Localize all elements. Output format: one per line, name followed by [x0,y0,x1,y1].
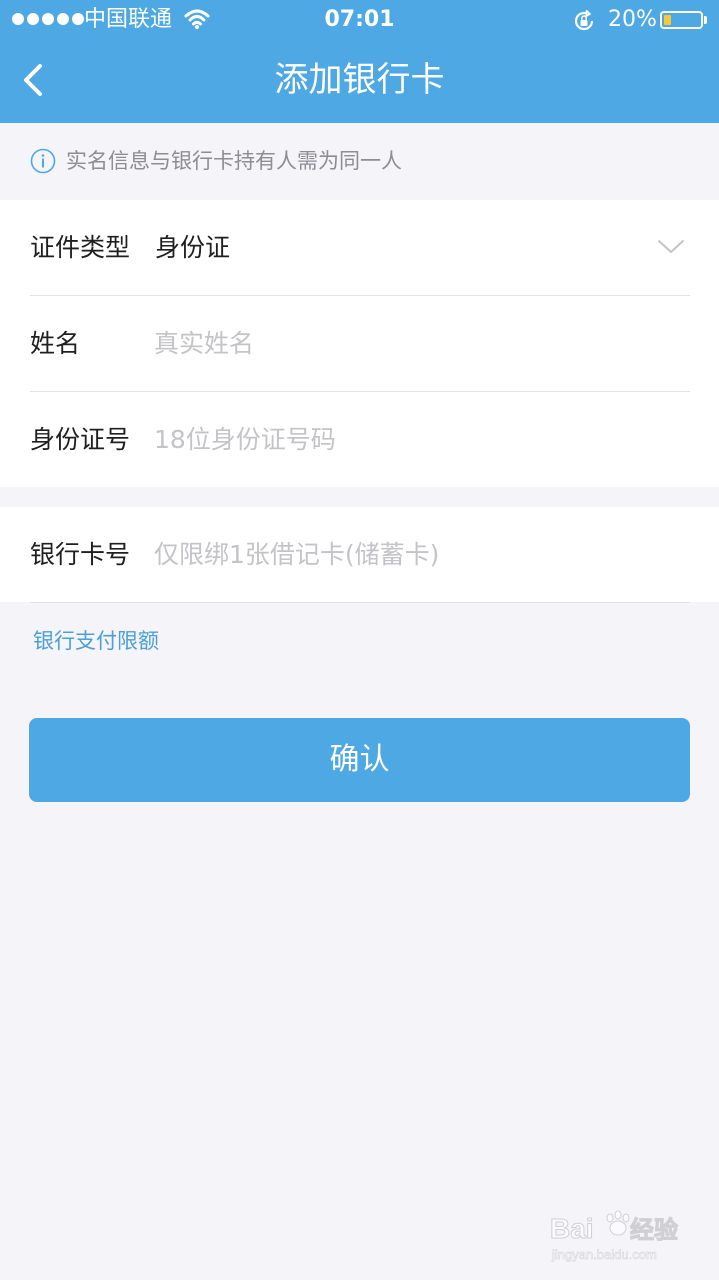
name-label: 姓名 [30,329,81,358]
chevron-down-icon[interactable] [656,236,686,258]
name-row: 姓名 [0,296,719,391]
id-type-value: 身份证 [155,233,231,262]
card-number-input[interactable] [150,531,680,577]
identity-form-card: 证件类型 身份证 姓名 身份证号 [0,200,719,487]
info-icon [30,148,56,174]
confirm-button[interactable]: 确认 [29,718,690,802]
battery-icon [660,11,703,29]
divider [30,602,690,603]
id-number-label: 身份证号 [30,425,131,454]
id-number-row: 身份证号 [0,392,719,487]
baidu-jingyan-watermark: Bai 经验 jingyan.baidu.com [550,1210,679,1262]
name-input[interactable] [150,320,680,366]
id-number-input[interactable] [150,416,680,462]
id-type-label: 证件类型 [30,233,131,262]
rotation-lock-icon [574,9,594,31]
card-number-row: 银行卡号 [0,507,719,602]
notice-banner: 实名信息与银行卡持有人需为同一人 [0,123,719,200]
svg-text:Bai: Bai [550,1213,594,1244]
notice-text: 实名信息与银行卡持有人需为同一人 [66,149,402,173]
svg-text:经验: 经验 [630,1216,678,1244]
battery-cap [704,16,707,24]
card-number-label: 银行卡号 [30,540,131,569]
status-bar: 中国联通 07:01 20% [0,0,719,40]
bank-limits-link[interactable]: 银行支付限额 [33,626,159,656]
svg-text:jingyan.baidu.com: jingyan.baidu.com [551,1247,657,1262]
battery-percent: 20% [608,7,657,32]
id-type-row[interactable]: 证件类型 身份证 [0,200,719,295]
bank-card-form-card: 银行卡号 [0,507,719,602]
battery-level-fill [664,15,671,25]
page-title: 添加银行卡 [274,60,445,100]
header-bar: 中国联通 07:01 20% 添加银行卡 [0,0,719,123]
